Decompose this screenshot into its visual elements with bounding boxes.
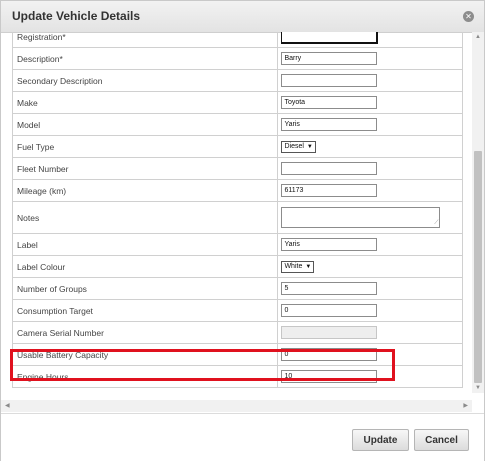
- model-label: Model: [11, 113, 279, 136]
- usable-battery-capacity-input[interactable]: 0: [281, 348, 378, 361]
- consumption-target-cell: 0: [277, 299, 463, 322]
- form-row-notes: Notes ⟋: [11, 201, 463, 234]
- description-label: Description*: [11, 47, 279, 70]
- label-colour-select[interactable]: White ▼: [281, 261, 315, 273]
- make-input[interactable]: Toyota: [281, 96, 378, 109]
- label-colour-label: Label Colour: [11, 255, 279, 278]
- fuel-type-cell: Diesel ▼: [277, 135, 463, 158]
- registration-input[interactable]: [281, 32, 379, 44]
- number-of-groups-input[interactable]: 5: [281, 282, 378, 295]
- resize-grip-icon[interactable]: ⟋: [434, 220, 438, 226]
- model-cell: Yaris: [277, 113, 463, 136]
- camera-serial-number-input: [281, 326, 378, 339]
- description-input[interactable]: Barry: [281, 52, 378, 65]
- horizontal-scrollbar[interactable]: ◀ ▶: [1, 400, 472, 412]
- form-row-usable-battery-capacity: Usable Battery Capacity 0: [11, 343, 463, 366]
- registration-cell: [277, 32, 463, 48]
- form-row-consumption-target: Consumption Target 0: [11, 299, 463, 322]
- fleet-number-input[interactable]: [281, 162, 378, 175]
- make-cell: Toyota: [277, 91, 463, 114]
- label-input[interactable]: Yaris: [281, 238, 378, 251]
- form-row-fleet-number: Fleet Number: [11, 157, 463, 180]
- dialog-footer: Update Cancel: [1, 413, 484, 461]
- fuel-type-label: Fuel Type: [11, 135, 279, 158]
- fuel-type-selected-value: Diesel: [284, 143, 304, 150]
- form-row-label: Label Yaris: [11, 233, 463, 256]
- dialog-titlebar: Update Vehicle Details ✕: [1, 1, 484, 33]
- camera-serial-number-cell: [277, 321, 463, 344]
- dialog-title: Update Vehicle Details: [12, 9, 141, 23]
- cancel-button[interactable]: Cancel: [414, 429, 469, 451]
- vehicle-form: Registration* Description* Barry Secondary …: [11, 32, 463, 388]
- update-vehicle-dialog: Update Vehicle Details ✕ Registration* De…: [0, 0, 485, 461]
- label-label: Label: [11, 233, 279, 256]
- vertical-scroll-thumb[interactable]: [474, 151, 482, 383]
- form-row-registration: Registration*: [11, 32, 463, 48]
- scroll-right-icon[interactable]: ▶: [463, 402, 468, 409]
- chevron-down-icon: ▼: [306, 144, 313, 150]
- description-cell: Barry: [277, 47, 463, 70]
- engine-hours-cell: 10: [277, 365, 463, 388]
- fleet-number-label: Fleet Number: [11, 157, 279, 180]
- engine-hours-input[interactable]: 10: [281, 370, 378, 383]
- form-row-model: Model Yaris: [11, 113, 463, 136]
- form-row-description: Description* Barry: [11, 47, 463, 70]
- mileage-km-cell: 61173: [277, 179, 463, 202]
- form-row-number-of-groups: Number of Groups 5: [11, 277, 463, 300]
- form-row-secondary-description: Secondary Description: [11, 69, 463, 92]
- make-label: Make: [11, 91, 279, 114]
- notes-label: Notes: [11, 201, 279, 234]
- notes-textarea[interactable]: ⟋: [281, 207, 441, 228]
- form-row-label-colour: Label Colour White ▼: [11, 255, 463, 278]
- scroll-up-icon[interactable]: ▲: [472, 34, 484, 40]
- form-row-engine-hours: Engine Hours 10: [11, 365, 463, 388]
- mileage-km-input[interactable]: 61173: [281, 184, 378, 197]
- number-of-groups-cell: 5: [277, 277, 463, 300]
- label-cell: Yaris: [277, 233, 463, 256]
- form-row-camera-serial-number: Camera Serial Number: [11, 321, 463, 344]
- camera-serial-number-label: Camera Serial Number: [11, 321, 279, 344]
- secondary-description-label: Secondary Description: [11, 69, 279, 92]
- close-icon[interactable]: ✕: [463, 11, 474, 22]
- label-colour-cell: White ▼: [277, 255, 463, 278]
- form-row-make: Make Toyota: [11, 91, 463, 114]
- usable-battery-capacity-cell: 0: [277, 343, 463, 366]
- vertical-scrollbar[interactable]: ▲ ▼: [472, 32, 484, 393]
- form-row-mileage-km: Mileage (km) 61173: [11, 179, 463, 202]
- model-input[interactable]: Yaris: [281, 118, 378, 131]
- mileage-km-label: Mileage (km): [11, 179, 279, 202]
- update-button[interactable]: Update: [352, 429, 409, 451]
- notes-cell: ⟋: [277, 201, 463, 234]
- consumption-target-input[interactable]: 0: [281, 304, 378, 317]
- number-of-groups-label: Number of Groups: [11, 277, 279, 300]
- chevron-down-icon: ▼: [305, 264, 312, 270]
- scroll-down-icon[interactable]: ▼: [472, 385, 484, 391]
- usable-battery-capacity-label: Usable Battery Capacity: [11, 343, 279, 366]
- secondary-description-input[interactable]: [281, 74, 378, 87]
- engine-hours-label: Engine Hours: [11, 365, 279, 388]
- registration-label: Registration*: [11, 32, 279, 48]
- form-scroll-area: Registration* Description* Barry Secondary …: [5, 32, 471, 393]
- label-colour-selected-value: White: [284, 263, 303, 270]
- scroll-left-icon[interactable]: ◀: [5, 402, 10, 409]
- fuel-type-select[interactable]: Diesel ▼: [281, 141, 316, 153]
- secondary-description-cell: [277, 69, 463, 92]
- consumption-target-label: Consumption Target: [11, 299, 279, 322]
- form-row-fuel-type: Fuel Type Diesel ▼: [11, 135, 463, 158]
- fleet-number-cell: [277, 157, 463, 180]
